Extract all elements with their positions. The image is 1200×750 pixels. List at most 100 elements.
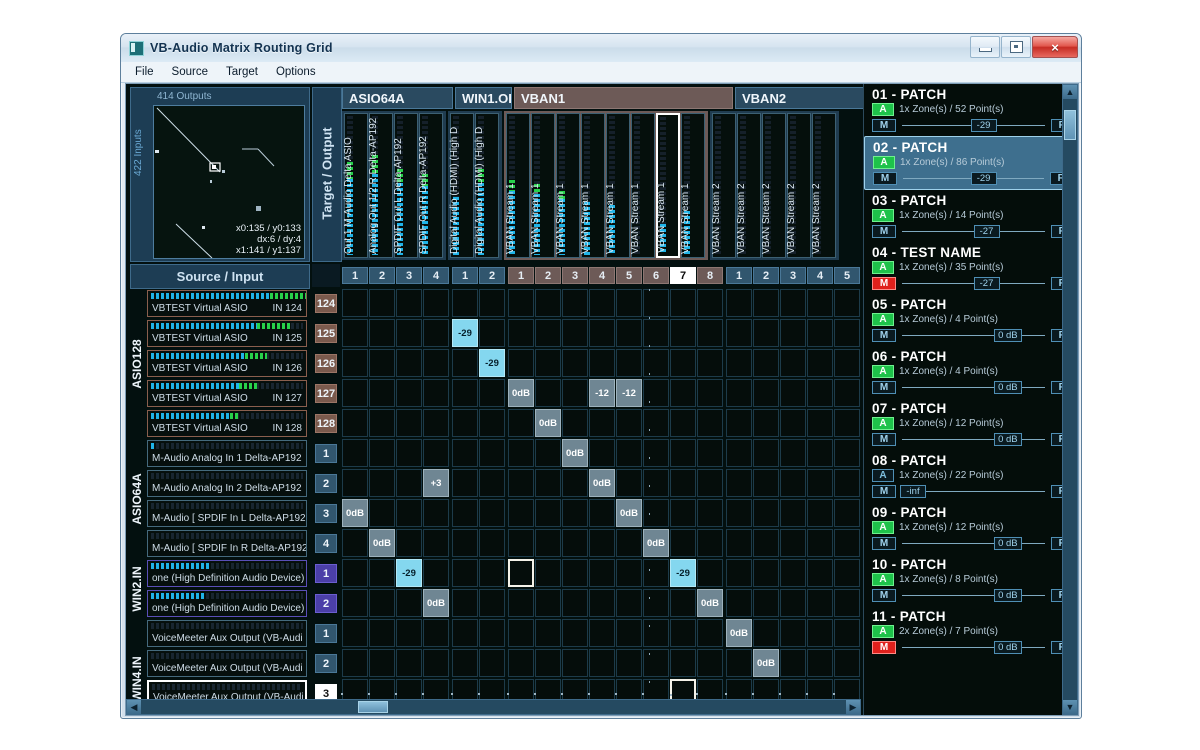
target-strip-4[interactable]: VBAN Stream 1: [581, 113, 605, 258]
patch-item[interactable]: 08 - PATCHA1x Zone(s) / 22 Point(s)M-inf…: [864, 450, 1079, 502]
matrix-cell[interactable]: [423, 499, 449, 527]
matrix-cell[interactable]: [589, 319, 615, 347]
target-strip-8[interactable]: VBAN Stream 1: [681, 113, 705, 258]
matrix-cell[interactable]: [589, 589, 615, 617]
patch-mute-button[interactable]: M: [872, 329, 896, 342]
patch-gain-slider[interactable]: 0 dB: [900, 641, 1047, 654]
matrix-cell[interactable]: -12: [589, 379, 615, 407]
target-strip-1[interactable]: VBAN Stream 1: [506, 113, 530, 258]
matrix-cell[interactable]: [834, 499, 860, 527]
matrix-cell[interactable]: [535, 349, 561, 377]
matrix-cell[interactable]: [479, 439, 505, 467]
matrix-cell[interactable]: [342, 409, 368, 437]
patch-gain-value[interactable]: 0 dB: [994, 537, 1022, 550]
matrix-cell[interactable]: [616, 319, 642, 347]
matrix-cell[interactable]: [342, 439, 368, 467]
matrix-cell[interactable]: [643, 469, 669, 497]
menu-target[interactable]: Target: [218, 64, 266, 80]
source-row-number-1[interactable]: 1: [312, 439, 340, 468]
matrix-cell[interactable]: [452, 649, 478, 677]
matrix-cell[interactable]: [726, 409, 752, 437]
patch-gain-slider[interactable]: -inf: [900, 485, 1047, 498]
scroll-left-button[interactable]: ◀: [127, 700, 141, 714]
target-column-number-2[interactable]: 2: [479, 267, 505, 284]
source-row[interactable]: VBTEST Virtual ASIOIN 127: [146, 379, 308, 408]
matrix-cell[interactable]: [508, 469, 534, 497]
patch-gain-slider[interactable]: -29: [900, 119, 1047, 132]
matrix-cell[interactable]: [535, 559, 561, 587]
matrix-cell[interactable]: [589, 649, 615, 677]
matrix-cell[interactable]: [807, 589, 833, 617]
matrix-cell[interactable]: [726, 289, 752, 317]
patch-item[interactable]: 05 - PATCHA1x Zone(s) / 4 Point(s)M0 dBP: [864, 294, 1079, 346]
matrix-cell[interactable]: [479, 529, 505, 557]
source-row[interactable]: VoiceMeeter Aux Output (VB-Audi: [146, 649, 308, 678]
matrix-cell[interactable]: [834, 409, 860, 437]
overview-canvas[interactable]: x0:135 / y0:133 dx:6 / dy:4 x1:141 / y1:…: [153, 105, 305, 259]
matrix-cell[interactable]: [508, 289, 534, 317]
matrix-cell[interactable]: [643, 559, 669, 587]
patch-active-button[interactable]: A: [872, 573, 894, 586]
matrix-cell[interactable]: 0dB: [589, 469, 615, 497]
patch-item[interactable]: 06 - PATCHA1x Zone(s) / 4 Point(s)M0 dBP: [864, 346, 1079, 398]
matrix-cell[interactable]: [562, 559, 588, 587]
matrix-cell[interactable]: [369, 649, 395, 677]
target-strip-7[interactable]: VBAN Stream 1: [656, 113, 680, 258]
source-row[interactable]: VoiceMeeter Aux Output (VB-Audi: [146, 619, 308, 648]
matrix-cell[interactable]: -29: [479, 349, 505, 377]
patch-gain-slider[interactable]: 0 dB: [900, 433, 1047, 446]
target-column-number-1[interactable]: 1: [342, 267, 368, 284]
target-column-number-1[interactable]: 1: [726, 267, 752, 284]
matrix-cell[interactable]: [396, 409, 422, 437]
target-group-vban2[interactable]: VBAN2: [735, 87, 873, 109]
patch-gain-value[interactable]: 0 dB: [994, 329, 1022, 342]
title-bar[interactable]: VB-Audio Matrix Routing Grid ×: [121, 34, 1081, 62]
patch-active-button[interactable]: A: [872, 625, 894, 638]
source-row[interactable]: one (High Definition Audio Device): [146, 559, 308, 588]
target-strip-4[interactable]: VBAN Stream 2: [787, 113, 811, 258]
target-strip-3[interactable]: SPDIF Out L Delta-AP192: [394, 113, 418, 258]
matrix-cell[interactable]: [589, 439, 615, 467]
matrix-cell[interactable]: [670, 289, 696, 317]
matrix-cell[interactable]: [535, 619, 561, 647]
matrix-cell[interactable]: [780, 439, 806, 467]
minimize-button[interactable]: [970, 36, 1000, 58]
matrix-cell[interactable]: [697, 319, 723, 347]
patch-item[interactable]: 04 - TEST NAMEA1x Zone(s) / 35 Point(s)M…: [864, 242, 1079, 294]
matrix-cell[interactable]: [589, 289, 615, 317]
matrix-cell[interactable]: [342, 619, 368, 647]
matrix-cell[interactable]: [643, 619, 669, 647]
source-row-number-2[interactable]: 2: [312, 589, 340, 618]
matrix-cell[interactable]: [535, 469, 561, 497]
patch-gain-slider[interactable]: 0 dB: [900, 589, 1047, 602]
matrix-cell[interactable]: [369, 379, 395, 407]
matrix-cell[interactable]: [670, 649, 696, 677]
matrix-cell[interactable]: [834, 589, 860, 617]
matrix-cell[interactable]: 0dB: [697, 589, 723, 617]
overview-panel[interactable]: 414 Outputs 422 Inputs: [130, 87, 310, 262]
matrix-cell[interactable]: [753, 289, 779, 317]
matrix-cell[interactable]: 0dB: [753, 649, 779, 677]
patch-item[interactable]: 11 - PATCHA2x Zone(s) / 7 Point(s)M0 dBP: [864, 606, 1079, 658]
matrix-cell[interactable]: [423, 289, 449, 317]
patch-mute-button[interactable]: M: [872, 225, 896, 238]
patch-active-button[interactable]: A: [872, 469, 894, 482]
patch-mute-button[interactable]: M: [872, 641, 896, 654]
matrix-cell[interactable]: [452, 589, 478, 617]
target-column-number-5[interactable]: 5: [834, 267, 860, 284]
horizontal-scrollbar[interactable]: ◀ ▶: [126, 699, 861, 715]
matrix-cell[interactable]: [807, 439, 833, 467]
scroll-right-button[interactable]: ▶: [846, 700, 860, 714]
matrix-cell[interactable]: [508, 589, 534, 617]
patch-item[interactable]: 01 - PATCHA1x Zone(s) / 52 Point(s)M-29P: [864, 84, 1079, 136]
patch-item[interactable]: 07 - PATCHA1x Zone(s) / 12 Point(s)M0 dB…: [864, 398, 1079, 450]
matrix-cell[interactable]: [479, 289, 505, 317]
matrix-cell[interactable]: [369, 289, 395, 317]
target-group-vban1[interactable]: VBAN1: [514, 87, 733, 109]
matrix-cell[interactable]: [479, 409, 505, 437]
source-row[interactable]: VBTEST Virtual ASIOIN 125: [146, 319, 308, 348]
matrix-cell[interactable]: [616, 529, 642, 557]
matrix-cell[interactable]: [562, 289, 588, 317]
patch-mute-button[interactable]: M: [873, 172, 897, 185]
target-strip-1[interactable]: VBAN Stream 2: [712, 113, 736, 258]
